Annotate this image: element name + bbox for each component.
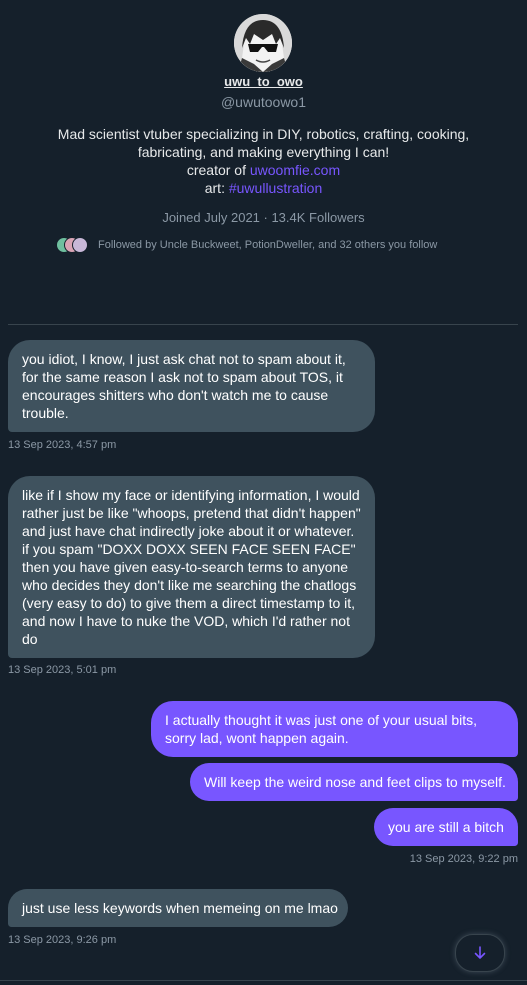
message-timestamp: 13 Sep 2023, 9:22 pm — [409, 853, 518, 865]
message-bubble-received[interactable]: you idiot, I know, I just ask chat not t… — [8, 340, 375, 432]
bio-line: fabricating, and making everything I can… — [137, 144, 390, 160]
creator-prefix: creator of — [186, 162, 250, 178]
profile-display-name[interactable]: uwu_to_owo — [0, 74, 527, 89]
message-bubble-sent[interactable]: Will keep the weird nose and feet clips … — [190, 763, 518, 801]
arrow-down-icon — [474, 946, 486, 959]
message-timestamp: 13 Sep 2023, 9:26 pm — [8, 934, 117, 946]
bio-line: Mad scientist vtuber specializing in DIY… — [57, 126, 470, 142]
bio-art-line: art: #uwullustration — [0, 179, 527, 197]
joined-followers: Joined July 2021 · 13.4K Followers — [162, 210, 365, 225]
message-timestamp: 13 Sep 2023, 4:57 pm — [8, 439, 117, 451]
message-bubble-sent[interactable]: you are still a bitch — [374, 808, 518, 846]
message-bubble-received[interactable]: just use less keywords when memeing on m… — [8, 889, 348, 927]
profile-handle: @uwutoowo1 — [220, 94, 307, 110]
followed-by-row[interactable]: Followed by Uncle Buckweet, PotionDwelle… — [56, 236, 437, 254]
scroll-to-bottom-button[interactable] — [455, 934, 505, 972]
message-timestamp: 13 Sep 2023, 5:01 pm — [8, 664, 117, 676]
message-bubble-sent[interactable]: I actually thought it was just one of yo… — [151, 701, 518, 757]
divider — [8, 324, 518, 325]
dm-conversation-page: uwu_to_owo @uwutoowo1 Mad scientist vtub… — [0, 0, 527, 985]
profile-bio: Mad scientist vtuber specializing in DIY… — [0, 125, 527, 197]
bio-creator-line: creator of uwoomfie.com — [0, 161, 527, 179]
art-hashtag-link[interactable]: #uwullustration — [229, 180, 322, 196]
profile-avatar[interactable] — [234, 14, 292, 72]
art-prefix: art: — [204, 180, 229, 196]
composer-divider — [0, 980, 527, 981]
sunglasses-avatar-icon — [234, 14, 292, 72]
follower-avatar — [72, 237, 88, 253]
followed-by-text: Followed by Uncle Buckweet, PotionDwelle… — [98, 239, 438, 251]
message-bubble-received[interactable]: like if I show my face or identifying in… — [8, 476, 375, 658]
creator-website-link[interactable]: uwoomfie.com — [250, 162, 340, 178]
follower-avatars — [56, 237, 90, 253]
